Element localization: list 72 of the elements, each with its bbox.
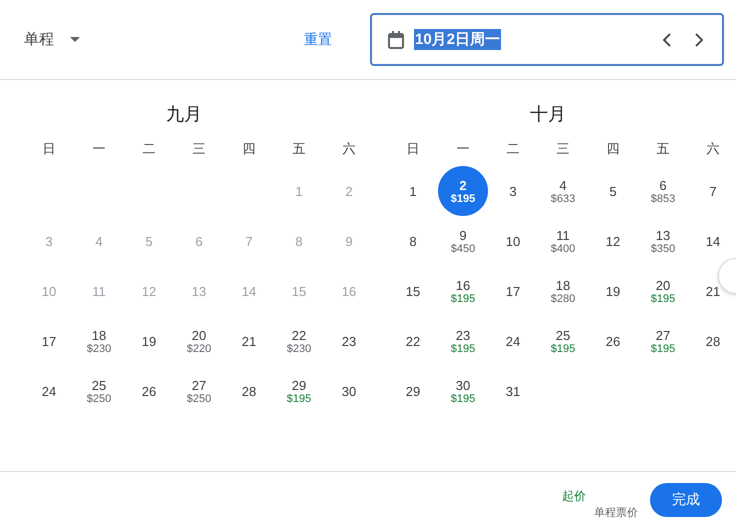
calendar-day[interactable]: 22 $230 bbox=[274, 316, 324, 366]
month-title: 十月 bbox=[529, 103, 567, 126]
calendar-day[interactable]: 25 $250 bbox=[74, 366, 124, 416]
trip-type-dropdown[interactable]: 单程 bbox=[24, 30, 80, 49]
calendar-day[interactable]: 11 $400 bbox=[538, 216, 588, 266]
weekday-label: 日 bbox=[42, 140, 56, 158]
chevron-left-icon bbox=[662, 32, 672, 46]
calendar-day[interactable]: 12 bbox=[588, 216, 638, 266]
weekday-label: 一 bbox=[92, 140, 106, 158]
weekday-label: 一 bbox=[456, 140, 470, 158]
calendar-day[interactable]: 8 bbox=[388, 216, 438, 266]
weekday-label: 三 bbox=[556, 140, 570, 158]
weekday-label: 四 bbox=[242, 140, 256, 158]
calendar-day[interactable]: 17 bbox=[24, 316, 74, 366]
weekday-label: 五 bbox=[292, 140, 306, 158]
calendar-day[interactable]: 6 $853 bbox=[638, 166, 688, 216]
calendar-day[interactable]: 10 bbox=[488, 216, 538, 266]
calendar-day[interactable]: 27 $195 bbox=[638, 316, 688, 366]
date-field[interactable]: 10月2日周一 bbox=[370, 13, 724, 66]
calendar-day[interactable]: 18 $280 bbox=[538, 266, 588, 316]
calendar-day[interactable]: 3 bbox=[488, 166, 538, 216]
calendar-day[interactable]: 2 $195 bbox=[438, 166, 488, 216]
weekday-label: 日 bbox=[406, 140, 420, 158]
calendar-day[interactable]: 25 $195 bbox=[538, 316, 588, 366]
calendar-day[interactable]: 17 bbox=[488, 266, 538, 316]
from-price-label: 起价 bbox=[562, 488, 586, 505]
calendar-day[interactable]: 16 $195 bbox=[438, 266, 488, 316]
calendar-day[interactable]: 13 $350 bbox=[638, 216, 688, 266]
calendar-day[interactable]: 26 bbox=[124, 366, 174, 416]
calendar-day[interactable]: 21 bbox=[688, 266, 736, 316]
calendar-day[interactable]: 1 bbox=[388, 166, 438, 216]
calendar-day[interactable]: 18 $230 bbox=[74, 316, 124, 366]
calendar-day[interactable]: 23 $195 bbox=[438, 316, 488, 366]
calendar-day[interactable]: 19 bbox=[124, 316, 174, 366]
calendar-day[interactable]: 7 bbox=[688, 166, 736, 216]
weekday-label: 五 bbox=[656, 140, 670, 158]
date-value: 10月2日周一 bbox=[414, 29, 502, 50]
calendar-day[interactable]: 19 bbox=[588, 266, 638, 316]
calendar-day[interactable]: 31 bbox=[488, 366, 538, 416]
weekday-label: 二 bbox=[506, 140, 520, 158]
calendar-day[interactable]: 24 bbox=[488, 316, 538, 366]
calendar-day[interactable]: 4 $633 bbox=[538, 166, 588, 216]
chevron-right-icon bbox=[694, 32, 704, 46]
caret-icon bbox=[70, 37, 80, 42]
weekday-label: 六 bbox=[706, 140, 720, 158]
calendar-day[interactable]: 29 $195 bbox=[274, 366, 324, 416]
calendar-day[interactable]: 20 $195 bbox=[638, 266, 688, 316]
calendar-day[interactable]: 26 bbox=[588, 316, 638, 366]
done-button[interactable]: 完成 bbox=[650, 483, 722, 517]
month-title: 九月 bbox=[165, 103, 203, 126]
calendar-icon bbox=[388, 30, 404, 48]
weekday-label: 六 bbox=[342, 140, 356, 158]
calendar-day[interactable]: 23 bbox=[324, 316, 374, 366]
calendar-day[interactable]: 29 bbox=[388, 366, 438, 416]
calendar-day[interactable]: 28 bbox=[688, 316, 736, 366]
calendar-day[interactable]: 27 $250 bbox=[174, 366, 224, 416]
weekday-label: 四 bbox=[606, 140, 620, 158]
calendar-day[interactable]: 15 bbox=[388, 266, 438, 316]
calendar-day[interactable]: 21 bbox=[224, 316, 274, 366]
calendar-day[interactable]: 28 bbox=[224, 366, 274, 416]
calendar-day[interactable]: 14 bbox=[688, 216, 736, 266]
calendar-day[interactable]: 5 bbox=[588, 166, 638, 216]
weekday-label: 三 bbox=[192, 140, 206, 158]
calendar-day[interactable]: 30 bbox=[324, 366, 374, 416]
calendar-day[interactable]: 30 $195 bbox=[438, 366, 488, 416]
calendar-day[interactable]: 20 $220 bbox=[174, 316, 224, 366]
calendar-day[interactable]: 24 bbox=[24, 366, 74, 416]
calendar-day[interactable]: 9 $450 bbox=[438, 216, 488, 266]
fare-note: 单程票价 bbox=[594, 506, 638, 520]
calendar-day[interactable]: 22 bbox=[388, 316, 438, 366]
reset-button[interactable]: 重置 bbox=[304, 26, 332, 52]
weekday-label: 二 bbox=[142, 140, 156, 158]
